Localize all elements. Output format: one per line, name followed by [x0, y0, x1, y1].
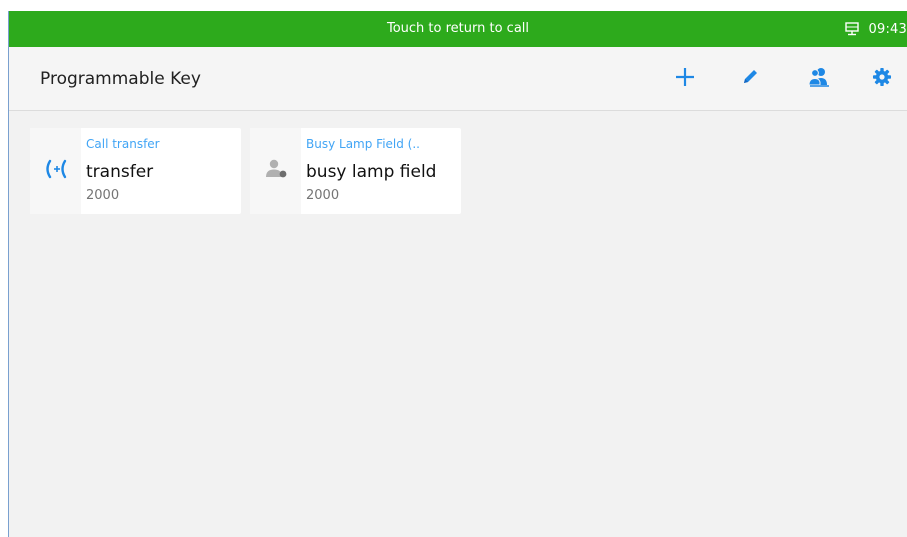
call-transfer-icon	[44, 158, 68, 184]
settings-button[interactable]	[866, 63, 898, 95]
edit-pencil-icon	[740, 67, 760, 91]
add-icon	[674, 66, 696, 92]
screen: Touch to return to call 09:43 Programmab…	[8, 11, 907, 537]
key-card-call-transfer[interactable]: Call transfer transfer 2000	[30, 128, 241, 214]
network-monitor-icon	[844, 22, 859, 36]
return-to-call-text: Touch to return to call	[386, 21, 530, 36]
contacts-icon	[807, 66, 831, 92]
return-to-call-banner[interactable]: Touch to return to call 09:43	[9, 11, 907, 47]
key-icon-area	[250, 128, 301, 214]
key-card-busy-lamp-field[interactable]: Busy Lamp Field (.. busy lamp field 2000	[250, 128, 461, 214]
add-button[interactable]	[669, 63, 701, 95]
key-icon-area	[30, 128, 81, 214]
key-type-label: Busy Lamp Field (..	[306, 137, 420, 151]
key-type-label: Call transfer	[86, 137, 160, 151]
edit-button[interactable]	[734, 63, 766, 95]
contacts-button[interactable]	[803, 63, 835, 95]
key-name: busy lamp field	[306, 162, 437, 182]
app-bar: Programmable Key	[9, 47, 907, 111]
key-account: 2000	[306, 188, 340, 203]
key-account: 2000	[86, 188, 120, 203]
settings-gear-icon	[872, 67, 892, 91]
status-area: 09:43	[844, 11, 907, 47]
key-name: transfer	[86, 162, 154, 182]
page-title: Programmable Key	[40, 69, 201, 89]
clock-time: 09:43	[868, 21, 907, 37]
busy-lamp-field-icon	[264, 158, 288, 184]
